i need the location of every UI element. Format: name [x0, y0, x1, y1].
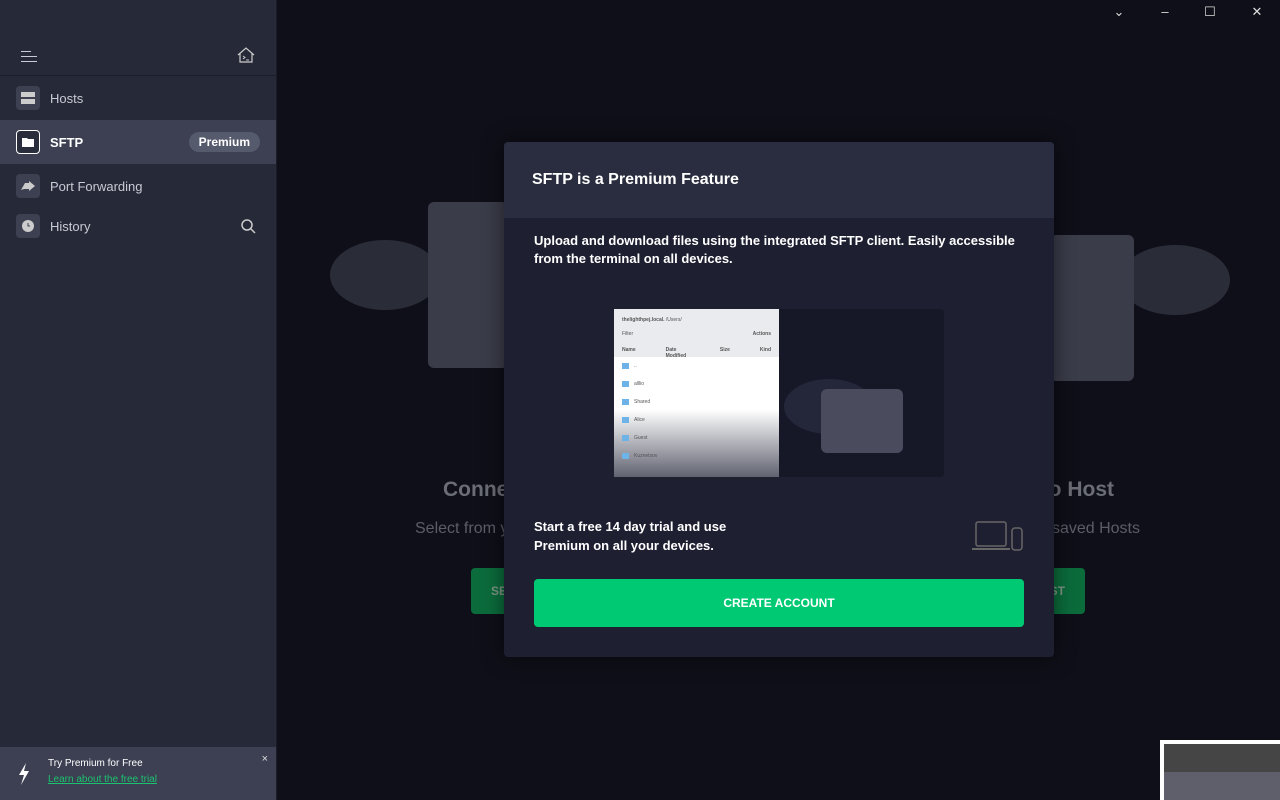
folder-illustration [821, 389, 903, 453]
list-item: Kuznetsov [614, 447, 779, 465]
chevron-down-icon[interactable]: ⌄ [1109, 4, 1129, 20]
sidebar: Hosts SFTP Premium Port Forwarding Histo… [0, 0, 277, 800]
clock-icon [16, 214, 40, 238]
minimize-button[interactable]: – [1155, 4, 1175, 19]
maximize-button[interactable]: ☐ [1200, 4, 1220, 20]
list-item: Shared [614, 393, 779, 411]
thumbnail-preview [1160, 740, 1280, 800]
premium-badge: Premium [188, 132, 260, 152]
create-account-button[interactable]: CREATE ACCOUNT [534, 579, 1024, 627]
trial-text: Start a free 14 day trial and use Premiu… [534, 519, 727, 553]
folder-icon [16, 130, 40, 154]
search-icon[interactable] [241, 218, 256, 234]
devices-icon [972, 521, 1023, 551]
sidebar-item-hosts[interactable]: Hosts [0, 76, 276, 120]
server-icon [16, 86, 40, 110]
free-trial-link[interactable]: Learn about the free trial [48, 774, 157, 785]
dialog-description: Upload and download files using the inte… [534, 233, 1015, 266]
forward-icon [16, 174, 40, 198]
sftp-preview-image: thelighthpej.local. /Users/ Filter Action… [614, 309, 944, 477]
list-item: alllio [614, 375, 779, 393]
close-icon[interactable]: × [262, 753, 268, 765]
home-terminal-icon[interactable] [236, 46, 256, 64]
premium-promo: Try Premium for Free Learn about the fre… [0, 747, 276, 800]
dialog-title: SFTP is a Premium Feature [504, 142, 1054, 218]
list-item: Alice [614, 411, 779, 429]
close-window-button[interactable]: ✕ [1247, 4, 1267, 20]
menu-icon[interactable] [21, 51, 37, 66]
lightning-icon [19, 763, 29, 785]
list-item: .. [614, 357, 779, 375]
premium-feature-dialog: SFTP is a Premium Feature Upload and dow… [504, 142, 1054, 657]
sidebar-item-port-forwarding[interactable]: Port Forwarding [0, 164, 276, 208]
list-item: Guest [614, 429, 779, 447]
sidebar-item-sftp[interactable]: SFTP Premium [0, 120, 276, 164]
sidebar-item-history[interactable]: History [0, 204, 276, 248]
